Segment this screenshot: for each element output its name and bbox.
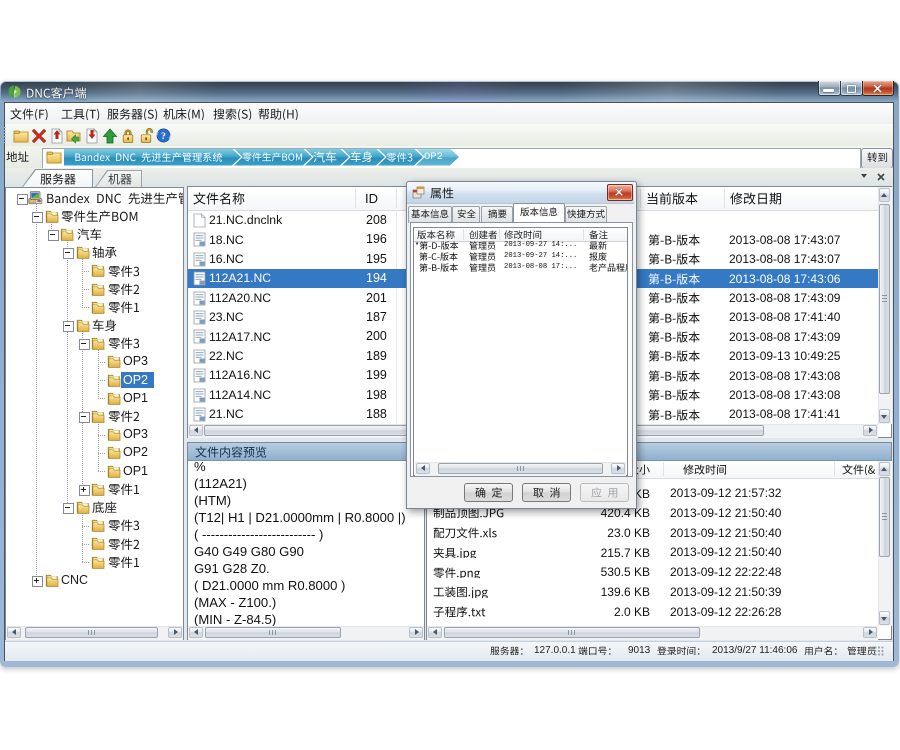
svg-text:?: ? (161, 131, 166, 142)
